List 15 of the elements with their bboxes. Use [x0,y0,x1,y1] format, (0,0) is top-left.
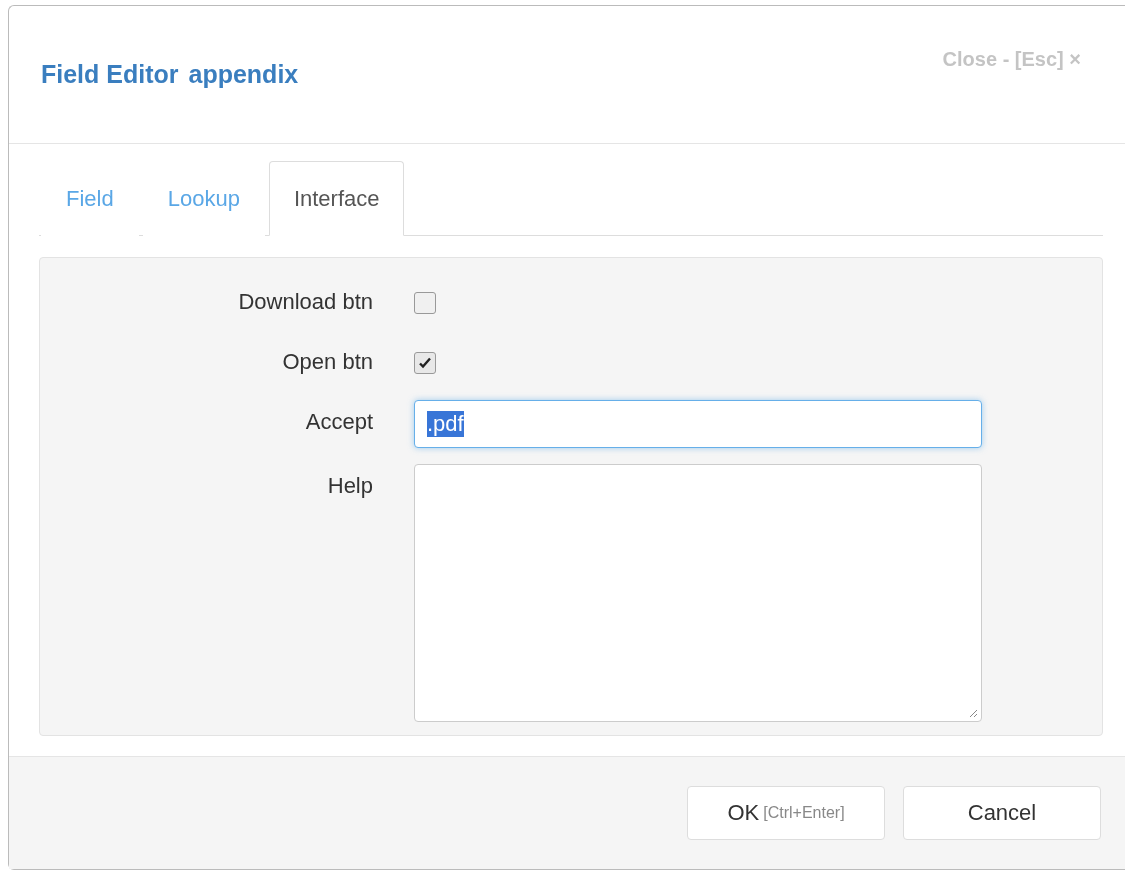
ok-button[interactable]: OK [Ctrl+Enter] [687,786,885,840]
checkbox[interactable] [414,352,436,374]
check-icon [418,356,432,370]
checkbox[interactable] [414,292,436,314]
help-field[interactable] [414,464,982,722]
dialog-title: Field Editor [41,60,179,89]
tab[interactable]: Interface [268,161,405,236]
cancel-button[interactable]: Cancel [903,786,1101,840]
accept-field[interactable]: .pdf [414,400,982,448]
field-label: Download btn [237,288,373,316]
field-label: Accept [304,408,373,436]
field-label: Help [326,472,373,500]
field-label: Open btn [281,348,373,376]
dialog-subtitle: appendix [188,60,299,89]
resize-handle-icon[interactable] [968,708,978,718]
